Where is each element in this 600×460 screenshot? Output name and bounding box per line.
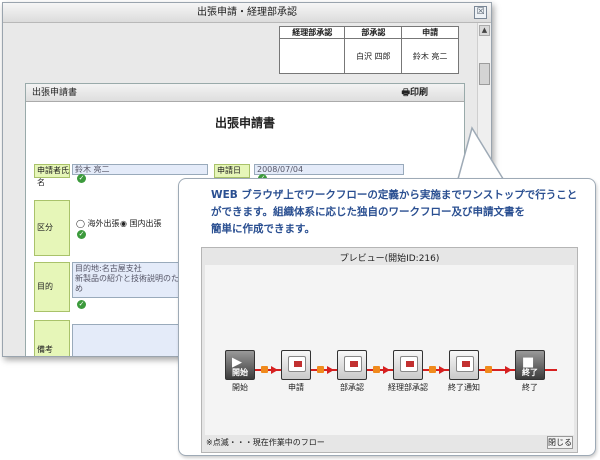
flow-connector-dot: [373, 366, 380, 373]
document-icon: [400, 356, 418, 372]
workflow-canvas: ▶ 開始 ■ 終了 開始 申請 部承認 経理部承認 終了通知 終了: [205, 265, 574, 435]
workflow-preview: プレビュー(開始ID:216) ▶ 開始 ■ 終了 開始 申請 部承認 経理部承…: [201, 247, 578, 453]
node-accounting-approval[interactable]: [393, 350, 423, 380]
node-label-apply: 申請: [288, 383, 304, 392]
node-label-accounting: 経理部承認: [388, 383, 428, 392]
callout-bubble: WEB ブラウザ上でワークフローの定義から実施までワンストップで行うこと ができ…: [178, 178, 596, 456]
node-apply[interactable]: [281, 350, 311, 380]
flow-arrow-icon: [327, 366, 334, 374]
flow-arrow-icon: [271, 366, 278, 374]
flow-arrow-icon: [439, 366, 446, 374]
callout-line-2: ができます。組織体系に応じた独自のワークフロー及び申請文書を: [211, 206, 525, 218]
node-label-dept: 部承認: [340, 383, 364, 392]
flow-connector-dot: [317, 366, 324, 373]
node-label-start: 開始: [232, 383, 248, 392]
flow-connector-dot: [429, 366, 436, 373]
flow-connector-dot: [485, 366, 492, 373]
callout-text: WEB ブラウザ上でワークフローの定義から実施までワンストップで行うこと ができ…: [211, 187, 581, 238]
document-icon: [288, 356, 306, 372]
node-end-inner: 終了: [522, 368, 538, 377]
document-icon: [344, 356, 362, 372]
node-start[interactable]: ▶ 開始: [225, 350, 255, 380]
node-start-inner: 開始: [232, 368, 248, 377]
node-end[interactable]: ■ 終了: [515, 350, 545, 380]
flow-arrow-icon: [505, 366, 512, 374]
node-label-end: 終了: [522, 383, 538, 392]
mail-icon: [456, 356, 474, 372]
callout-line-1: WEB ブラウザ上でワークフローの定義から実施までワンストップで行うこと: [211, 189, 578, 201]
node-dept-approval[interactable]: [337, 350, 367, 380]
close-button[interactable]: 閉じる: [547, 436, 573, 449]
callout-line-3: 簡単に作成できます。: [211, 223, 315, 235]
node-label-notice: 終了通知: [448, 383, 480, 392]
preview-title: プレビュー(開始ID:216): [339, 254, 440, 264]
flow-arrow-icon: [383, 366, 390, 374]
footnote: ※点滅・・・現在作業中のフロー: [206, 438, 325, 447]
flow-connector-dot: [261, 366, 268, 373]
node-end-notice[interactable]: [449, 350, 479, 380]
